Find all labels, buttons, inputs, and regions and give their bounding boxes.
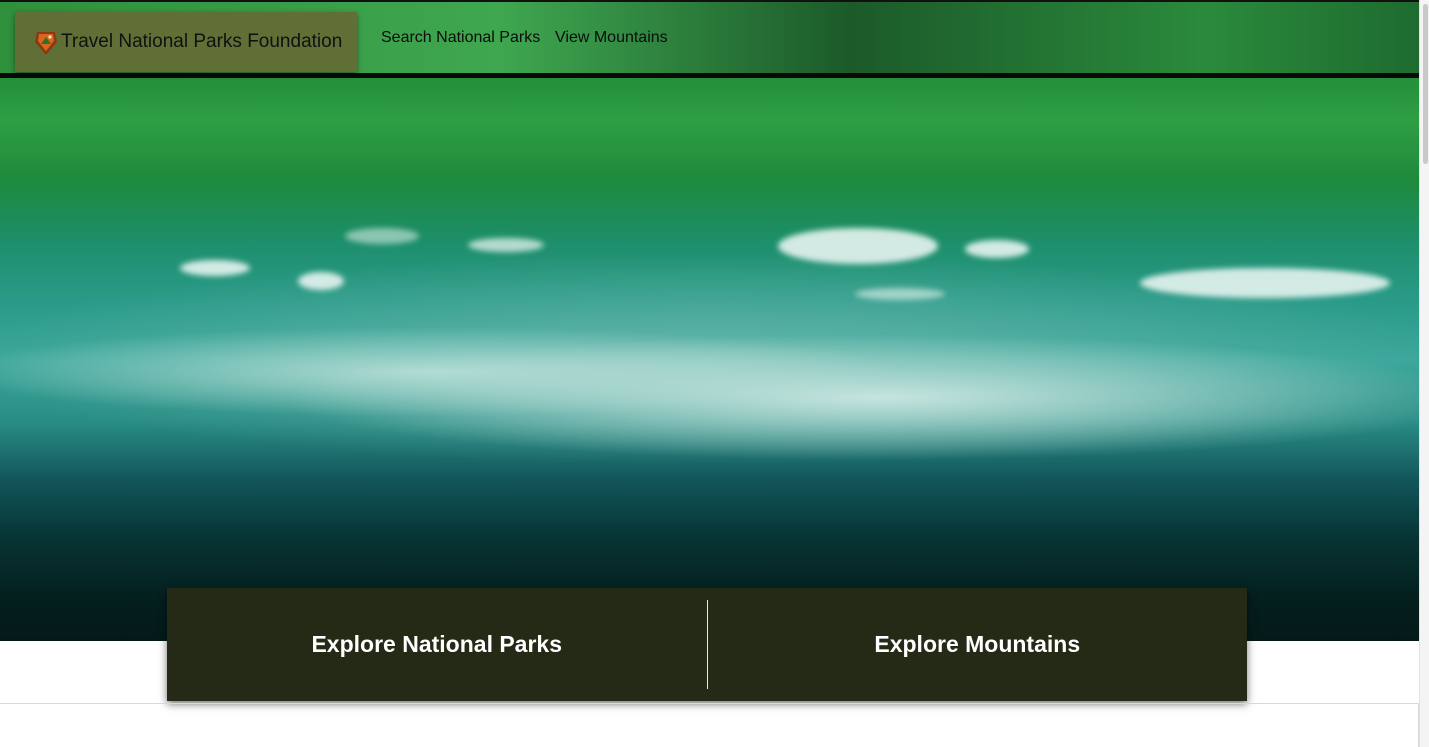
hero-cloud: [1140, 268, 1390, 298]
explore-panel: Explore National Parks Explore Mountains: [167, 588, 1247, 701]
hero-cloud: [855, 288, 945, 300]
explore-mountains-button[interactable]: Explore Mountains: [708, 588, 1248, 701]
nav-link-view-mountains[interactable]: View Mountains: [555, 29, 668, 47]
hero-cloud: [298, 272, 344, 290]
hero-cloud: [345, 228, 419, 244]
hero-cloud: [778, 228, 938, 264]
hero-cloud: [468, 238, 544, 252]
hero-cloud: [965, 240, 1029, 258]
scrollbar-thumb[interactable]: [1423, 4, 1428, 164]
top-navbar: Travel National Parks Foundation Search …: [0, 0, 1419, 78]
hero-image: [0, 0, 1419, 641]
explore-national-parks-button[interactable]: Explore National Parks: [167, 588, 707, 701]
nav-link-search-national-parks[interactable]: Search National Parks: [381, 29, 540, 47]
brand-logo-link[interactable]: Travel National Parks Foundation: [15, 12, 357, 72]
arrowhead-logo-icon: [35, 32, 57, 55]
content-divider: [0, 703, 1419, 704]
brand-title: Travel National Parks Foundation: [61, 31, 343, 52]
hero-cloud: [180, 260, 250, 276]
